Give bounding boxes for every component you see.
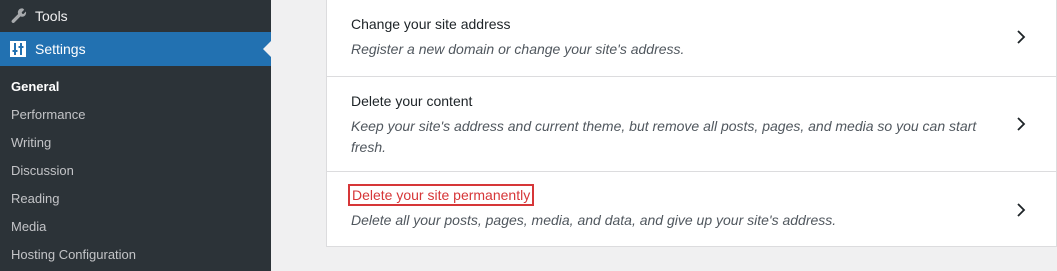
settings-sliders-icon [9, 40, 27, 58]
submenu-item-general[interactable]: General [0, 73, 271, 101]
option-description: Register a new domain or change your sit… [351, 41, 685, 57]
change-site-address-option[interactable]: Change your site address Register a new … [327, 0, 1056, 77]
wrench-icon [9, 7, 27, 25]
submenu-item-discussion[interactable]: Discussion [0, 157, 271, 185]
delete-content-option[interactable]: Delete your content Keep your site's add… [327, 77, 1056, 172]
submenu-item-reading[interactable]: Reading [0, 185, 271, 213]
chevron-right-icon [1017, 30, 1026, 44]
option-description: Keep your site's address and current the… [351, 118, 977, 155]
menu-item-tools-label: Tools [35, 8, 68, 24]
submenu-item-media[interactable]: Media [0, 213, 271, 241]
option-description: Delete all your posts, pages, media, and… [351, 212, 837, 228]
menu-item-tools[interactable]: Tools [0, 0, 271, 32]
admin-sidebar: Tools Settings General Performance Writi… [0, 0, 271, 271]
delete-site-permanently-option[interactable]: Delete your site permanently Delete all … [327, 172, 1056, 246]
submenu-item-performance[interactable]: Performance [0, 101, 271, 129]
option-title: Change your site address [351, 16, 511, 32]
settings-submenu: General Performance Writing Discussion R… [0, 73, 271, 269]
submenu-item-hosting-configuration[interactable]: Hosting Configuration [0, 241, 271, 269]
option-title-highlighted: Delete your site permanently [348, 184, 535, 206]
submenu-item-writing[interactable]: Writing [0, 129, 271, 157]
chevron-right-icon [1017, 203, 1026, 217]
site-options-card: Change your site address Register a new … [326, 0, 1057, 247]
current-menu-caret [263, 41, 271, 57]
menu-item-settings[interactable]: Settings [0, 32, 271, 66]
chevron-right-icon [1017, 117, 1026, 131]
menu-item-settings-label: Settings [35, 41, 86, 57]
option-title: Delete your content [351, 93, 473, 109]
